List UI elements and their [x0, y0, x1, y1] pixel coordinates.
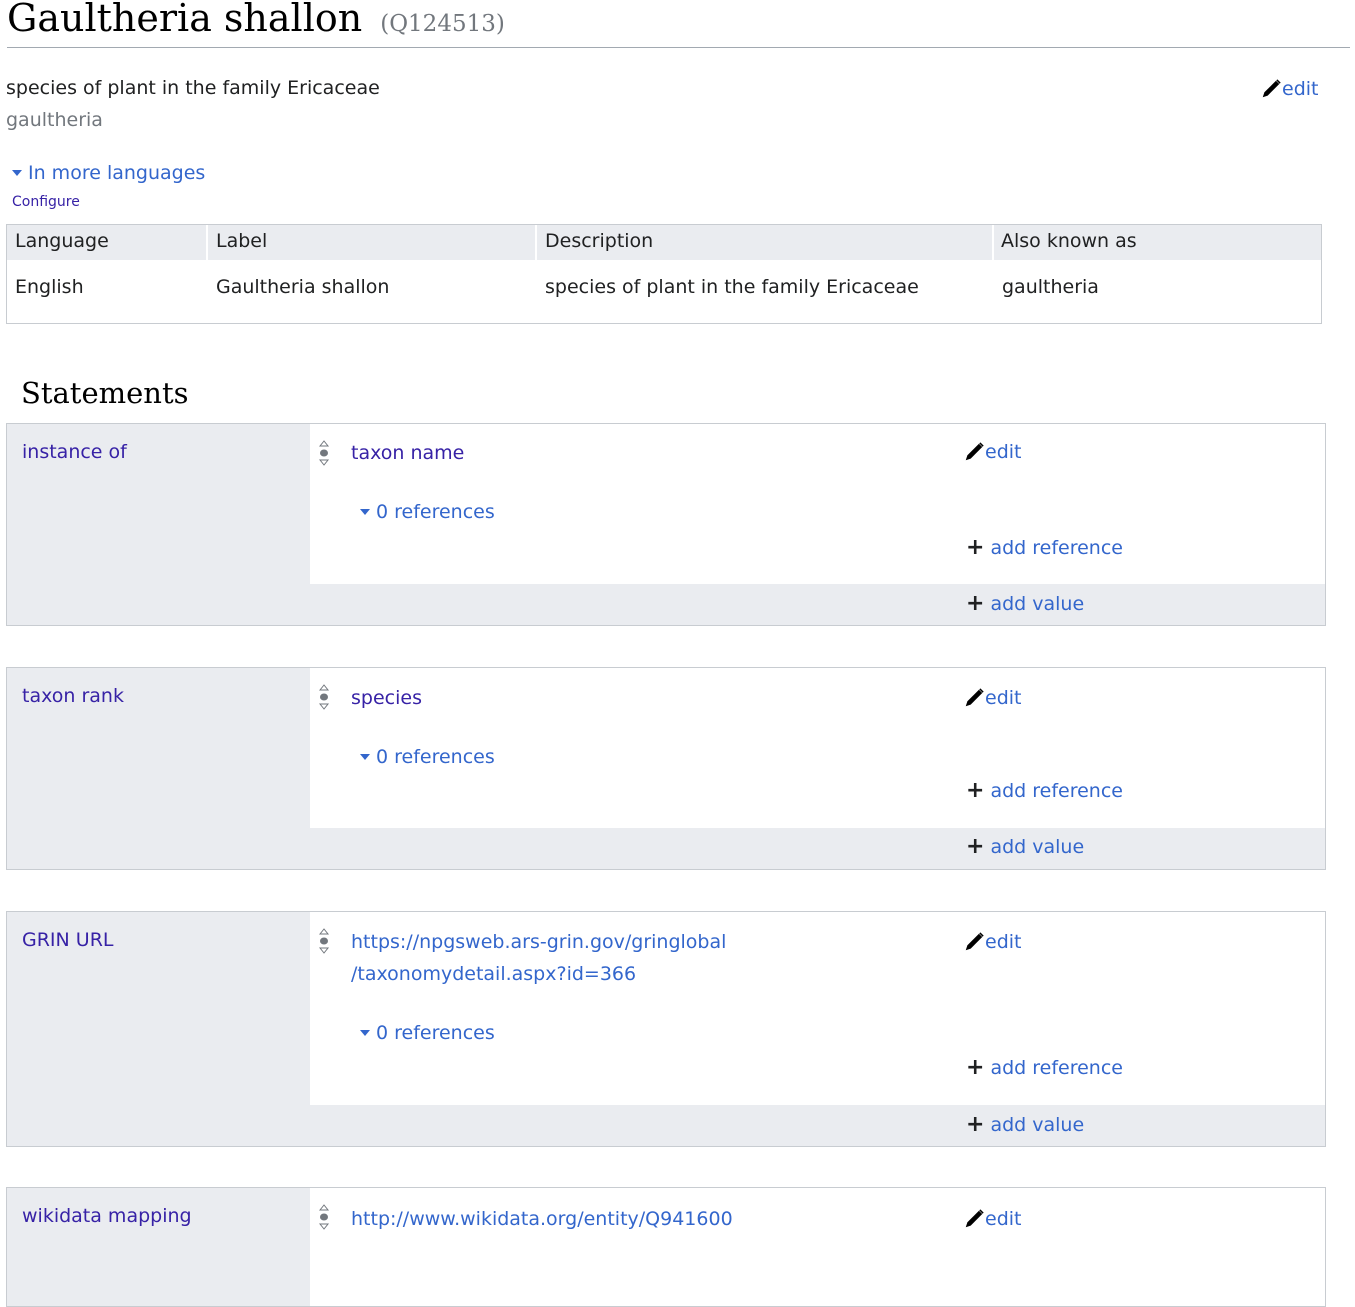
caret-down-icon: [12, 170, 22, 176]
statement-value-url[interactable]: https://npgsweb.ars-grin.gov/gringlobal: [351, 926, 726, 958]
page-heading: Gaultheria shallon (Q124513): [7, 0, 505, 40]
add-reference-label: add reference: [990, 537, 1123, 559]
add-reference-button[interactable]: + add reference: [966, 1055, 1123, 1080]
references-toggle[interactable]: 0 references: [360, 746, 495, 768]
pencil-icon: [965, 1209, 984, 1228]
references-label: 0 references: [376, 501, 495, 523]
add-reference-label: add reference: [990, 1057, 1123, 1079]
caret-down-icon: [360, 1030, 370, 1036]
statement-group-grin-url: GRIN URL https://npgsweb.ars-grin.gov/gr…: [6, 911, 1326, 1147]
statement-value-url[interactable]: http://www.wikidata.org/entity/Q941600: [351, 1203, 733, 1235]
plus-icon: +: [966, 778, 985, 803]
edit-label: edit: [985, 931, 1022, 953]
plus-icon: +: [966, 591, 985, 616]
references-label: 0 references: [376, 746, 495, 768]
edit-label: edit: [985, 441, 1022, 463]
edit-label: edit: [985, 1208, 1022, 1230]
pencil-icon: [965, 688, 984, 707]
column-divider: [206, 225, 208, 260]
pencil-icon: [965, 442, 984, 461]
property-link[interactable]: wikidata mapping: [22, 1205, 192, 1227]
property-link[interactable]: GRIN URL: [22, 929, 113, 951]
page-title: Gaultheria shallon: [7, 0, 363, 40]
cell-also-known-as: gaultheria: [1002, 276, 1099, 298]
caret-down-icon: [360, 509, 370, 515]
column-divider: [535, 225, 537, 260]
entity-description: species of plant in the family Ericaceae: [6, 77, 380, 99]
add-value-label: add value: [990, 1114, 1085, 1136]
statement-value-area: taxon name edit 0 references + add refer…: [310, 424, 1325, 584]
entity-alias: gaultheria: [6, 109, 103, 131]
statement-value-area: https://npgsweb.ars-grin.gov/gringlobal …: [310, 912, 1325, 1105]
statement-group-instance-of: instance of taxon name edit 0 references…: [6, 423, 1326, 626]
property-link[interactable]: instance of: [22, 441, 127, 463]
header-language: Language: [15, 230, 109, 252]
statements-heading: Statements: [21, 376, 189, 410]
edit-statement-button[interactable]: edit: [963, 687, 1021, 709]
plus-icon: +: [966, 834, 985, 859]
statement-value[interactable]: taxon name: [351, 437, 464, 469]
languages-table: Language Label Description Also known as…: [6, 224, 1322, 324]
property-link[interactable]: taxon rank: [22, 685, 124, 707]
add-value-button[interactable]: + add value: [966, 591, 1085, 616]
references-label: 0 references: [376, 1022, 495, 1044]
entity-id: (Q124513): [380, 11, 505, 37]
header-description: Description: [545, 230, 654, 252]
references-toggle[interactable]: 0 references: [360, 501, 495, 523]
in-more-languages-label: In more languages: [28, 162, 206, 184]
title-divider: [7, 47, 1350, 48]
add-value-label: add value: [990, 836, 1085, 858]
column-divider: [992, 225, 994, 260]
add-value-label: add value: [990, 593, 1085, 615]
normal-rank-icon[interactable]: [318, 438, 330, 468]
add-reference-button[interactable]: + add reference: [966, 778, 1123, 803]
pencil-icon: [965, 932, 984, 951]
caret-down-icon: [360, 754, 370, 760]
statement-value[interactable]: species: [351, 682, 422, 714]
statement-value-area: http://www.wikidata.org/entity/Q941600 e…: [310, 1188, 1325, 1306]
references-toggle[interactable]: 0 references: [360, 1022, 495, 1044]
add-reference-label: add reference: [990, 780, 1123, 802]
cell-language: English: [15, 276, 84, 298]
edit-statement-button[interactable]: edit: [963, 1208, 1021, 1230]
header-label: Label: [216, 230, 268, 252]
plus-icon: +: [966, 1112, 985, 1137]
statement-group-taxon-rank: taxon rank species edit 0 references + a…: [6, 667, 1326, 870]
cell-description: species of plant in the family Ericaceae: [545, 276, 919, 298]
in-more-languages-toggle[interactable]: In more languages: [12, 162, 205, 184]
cell-label: Gaultheria shallon: [216, 276, 390, 298]
add-reference-button[interactable]: + add reference: [966, 535, 1123, 560]
statement-value-area: species edit 0 references + add referenc…: [310, 668, 1325, 828]
plus-icon: +: [966, 535, 985, 560]
statement-value-url-continued[interactable]: /taxonomydetail.aspx?id=366: [351, 958, 636, 990]
statement-group-wikidata-mapping: wikidata mapping http://www.wikidata.org…: [6, 1187, 1326, 1307]
edit-label: edit: [985, 687, 1022, 709]
plus-icon: +: [966, 1055, 985, 1080]
normal-rank-icon[interactable]: [318, 682, 330, 712]
add-value-button[interactable]: + add value: [966, 834, 1085, 859]
configure-link[interactable]: Configure: [12, 194, 80, 210]
edit-statement-button[interactable]: edit: [963, 931, 1021, 953]
edit-label: edit: [1282, 78, 1319, 100]
pencil-icon: [1262, 79, 1281, 98]
header-also-known-as: Also known as: [1001, 230, 1137, 252]
normal-rank-icon[interactable]: [318, 926, 330, 956]
normal-rank-icon[interactable]: [318, 1202, 330, 1232]
edit-terms-button[interactable]: edit: [1260, 78, 1318, 100]
edit-statement-button[interactable]: edit: [963, 441, 1021, 463]
add-value-button[interactable]: + add value: [966, 1112, 1085, 1137]
